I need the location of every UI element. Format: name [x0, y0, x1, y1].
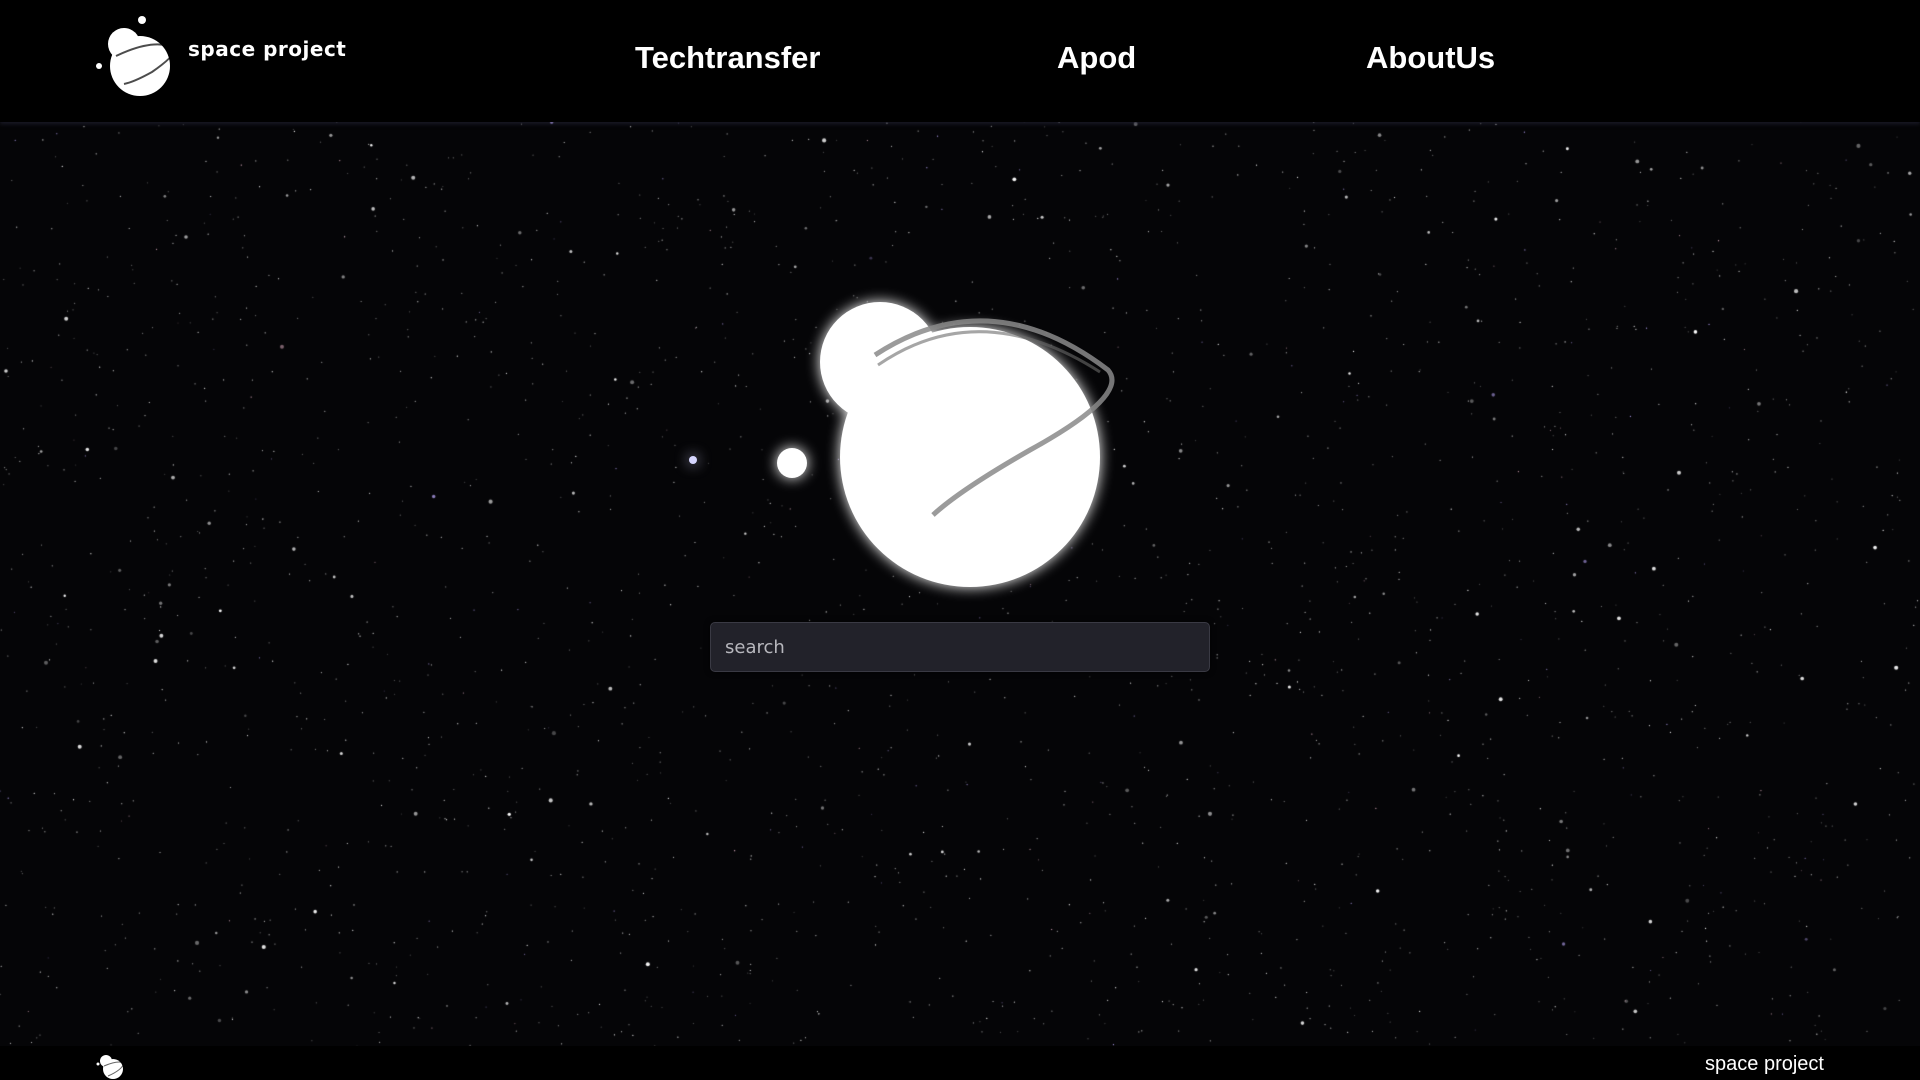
site-footer: space project: [0, 1046, 1920, 1080]
footer-brand-text: space project: [1705, 1053, 1824, 1075]
nav-techtransfer[interactable]: Techtransfer: [635, 40, 821, 76]
brand-home-link[interactable]: space project: [94, 14, 346, 100]
brand-name: space project: [188, 37, 347, 61]
footer-planet-logo-icon: [96, 1055, 125, 1079]
site-header: space project Techtransfer Apod AboutUs: [0, 0, 1920, 122]
search-input[interactable]: [710, 622, 1210, 672]
nav-aboutus[interactable]: AboutUs: [1366, 40, 1495, 76]
search-container: [710, 622, 1210, 672]
nav-apod[interactable]: Apod: [1057, 40, 1136, 76]
planet-logo-icon: [96, 16, 176, 96]
hero-planet-logo-icon: [689, 302, 1115, 587]
